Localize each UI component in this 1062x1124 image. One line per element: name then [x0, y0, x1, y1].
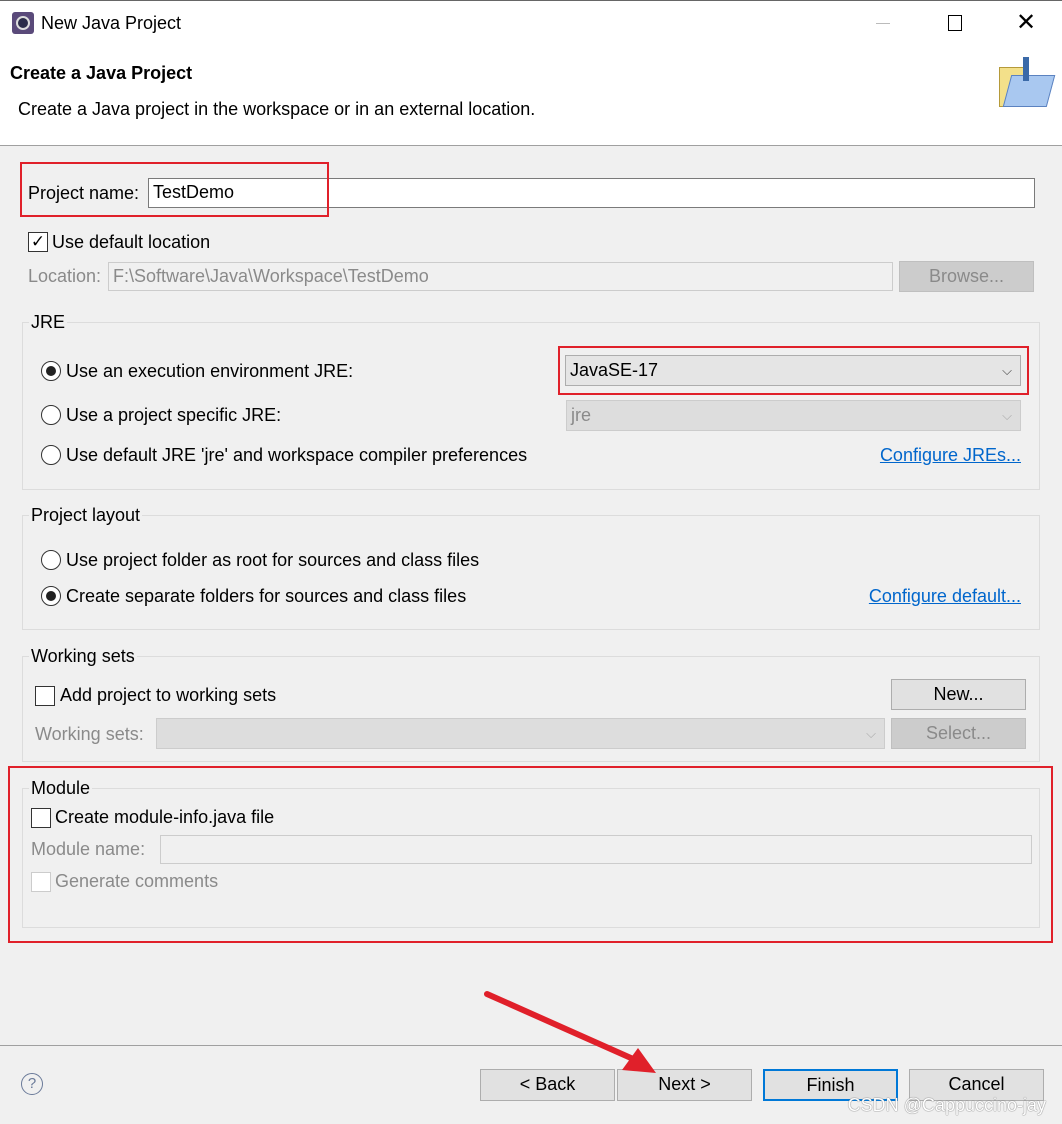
- annotation-arrow: [484, 991, 656, 1073]
- watermark: CSDN @Cappuccino-jay: [847, 1095, 1046, 1115]
